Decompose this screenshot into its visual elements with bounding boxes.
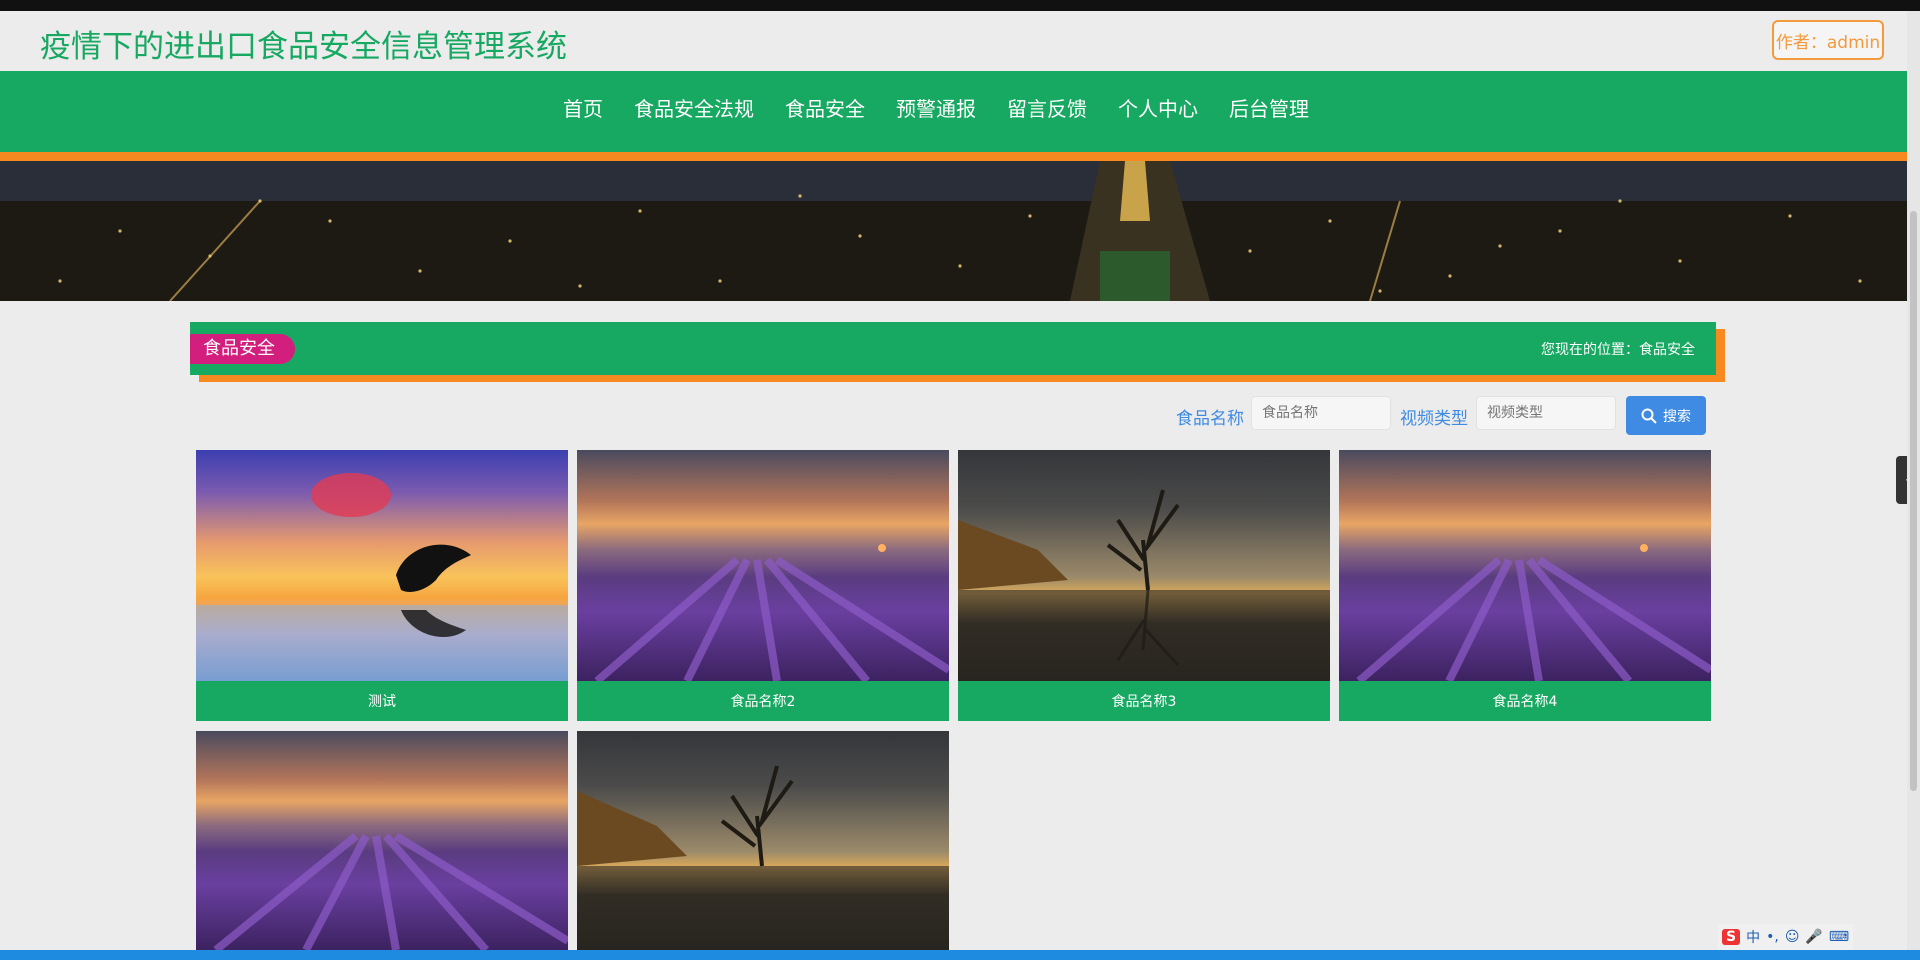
ime-toolbar[interactable]: S 中 •, ☺ 🎤 ⌨ — [1718, 924, 1854, 950]
food-name-label: 食品名称 — [1176, 409, 1244, 429]
nav-item-personal-center[interactable]: 个人中心 — [1118, 93, 1198, 122]
food-card-caption: 测试 — [196, 681, 568, 721]
section-bar — [190, 322, 1716, 375]
food-card[interactable]: 食品名称4 — [1339, 450, 1711, 721]
nav-accent-strip — [0, 152, 1907, 161]
search-bar: 食品名称 视频类型 搜索 — [0, 395, 1920, 435]
site-title: 疫情下的进出口食品安全信息管理系统 — [40, 29, 567, 65]
food-image[interactable] — [1339, 450, 1711, 681]
video-type-input[interactable] — [1476, 396, 1616, 430]
nav-item-admin[interactable]: 后台管理 — [1229, 93, 1309, 122]
section-title: 食品安全 — [190, 334, 295, 364]
ime-logo: S — [1722, 929, 1741, 945]
food-image[interactable] — [577, 450, 949, 681]
search-icon — [1641, 408, 1657, 424]
search-button-label: 搜索 — [1663, 408, 1691, 425]
ime-keyboard-icon[interactable]: ⌨ — [1829, 929, 1849, 945]
main-nav: 首页 食品安全法规 食品安全 预警通报 留言反馈 个人中心 后台管理 — [0, 71, 1907, 152]
food-card[interactable] — [577, 731, 949, 950]
browser-top-bar — [0, 0, 1920, 11]
nav-item-feedback[interactable]: 留言反馈 — [1007, 93, 1087, 122]
nav-item-warnings[interactable]: 预警通报 — [896, 93, 976, 122]
food-card-caption: 食品名称4 — [1339, 681, 1711, 721]
banner-carousel[interactable] — [0, 161, 1907, 301]
nav-item-food-safety[interactable]: 食品安全 — [785, 93, 865, 122]
video-type-label: 视频类型 — [1400, 409, 1468, 429]
ime-mode[interactable]: 中 — [1746, 927, 1760, 947]
food-card-caption: 食品名称3 — [958, 681, 1330, 721]
author-button[interactable]: 作者：admin — [1772, 20, 1884, 60]
food-image[interactable] — [196, 450, 568, 681]
nav-item-home[interactable]: 首页 — [563, 93, 603, 122]
ime-punctuation-icon[interactable]: •, — [1766, 929, 1779, 945]
site-header: 疫情下的进出口食品安全信息管理系统 作者：admin — [0, 11, 1920, 71]
scrollbar-thumb[interactable] — [1910, 211, 1917, 791]
city-night-image — [0, 161, 1907, 301]
nav-item-food-safety-regulations[interactable]: 食品安全法规 — [634, 93, 754, 122]
food-image[interactable] — [958, 450, 1330, 681]
food-name-input[interactable] — [1251, 396, 1391, 430]
ime-emoji-icon[interactable]: ☺ — [1785, 929, 1800, 945]
breadcrumb: 您现在的位置：食品安全 — [1541, 342, 1695, 358]
food-card[interactable]: 测试 — [196, 450, 568, 721]
search-button[interactable]: 搜索 — [1626, 396, 1706, 435]
food-card[interactable]: 食品名称3 — [958, 450, 1330, 721]
food-image[interactable] — [577, 731, 949, 950]
food-card[interactable]: 食品名称2 — [577, 450, 949, 721]
ime-mic-icon[interactable]: 🎤 — [1805, 929, 1822, 945]
taskbar-edge — [0, 950, 1920, 960]
food-card[interactable] — [196, 731, 568, 950]
food-image[interactable] — [196, 731, 568, 950]
food-card-caption: 食品名称2 — [577, 681, 949, 721]
scrollbar[interactable] — [1907, 11, 1920, 960]
